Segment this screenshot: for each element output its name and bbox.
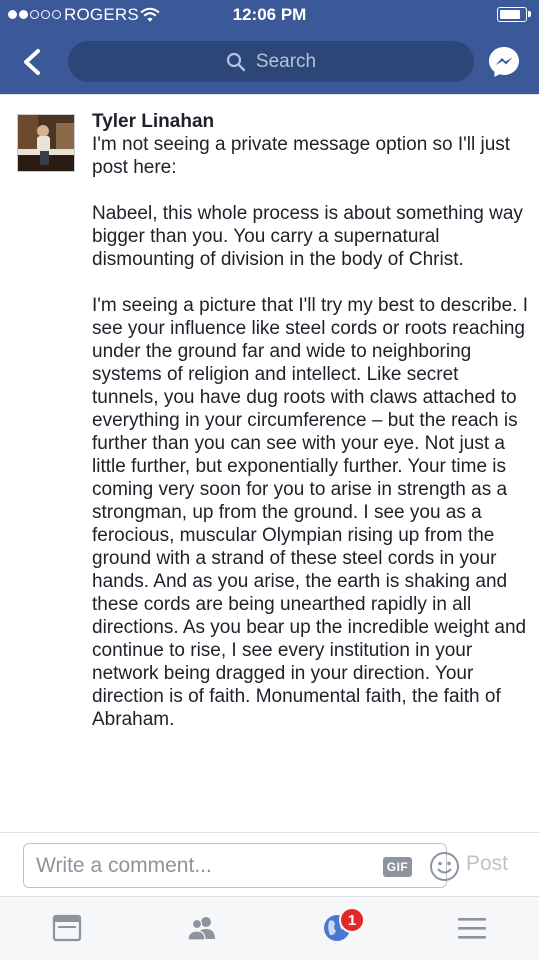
post-content: Tyler Linahan I'm not seeing a private m… (92, 110, 530, 832)
post-paragraph: I'm seeing a picture that I'll try my be… (92, 295, 528, 730)
friends-icon (187, 917, 215, 941)
author-name[interactable]: Tyler Linahan (92, 110, 530, 133)
search-bar[interactable]: Search (68, 41, 474, 82)
search-icon (226, 52, 246, 72)
post-paragraph: I'm not seeing a private message option … (92, 134, 511, 178)
messenger-icon (489, 47, 519, 77)
header-divider (0, 94, 539, 95)
status-bar: ROGERS 12:06 PM (0, 0, 539, 32)
app-header: ROGERS 12:06 PM Search (0, 0, 539, 94)
notification-badge: 1 (339, 907, 365, 933)
comment-composer: Write a comment... GIF Post (0, 832, 539, 896)
gif-button[interactable]: GIF (383, 857, 412, 877)
post-button[interactable]: Post (466, 852, 508, 876)
smiley-icon (430, 852, 459, 881)
status-time: 12:06 PM (232, 5, 307, 24)
comment-input[interactable]: Write a comment... GIF (23, 843, 459, 888)
sticker-button[interactable] (429, 851, 460, 882)
back-button[interactable] (14, 42, 54, 82)
tab-news-feed[interactable] (50, 911, 84, 945)
battery-level (500, 10, 520, 19)
battery-icon (497, 7, 531, 22)
tab-friends[interactable] (185, 911, 219, 945)
avatar[interactable] (17, 114, 75, 172)
comment-placeholder: Write a comment... (36, 853, 212, 877)
bottom-tab-bar (0, 896, 539, 960)
messenger-button[interactable] (486, 44, 522, 80)
chevron-left-icon (24, 49, 40, 75)
news-feed-icon (52, 914, 82, 942)
tab-menu[interactable] (455, 911, 489, 945)
search-placeholder: Search (255, 50, 317, 72)
menu-icon (458, 918, 486, 939)
post-paragraph: Nabeel, this whole process is about some… (92, 203, 523, 270)
